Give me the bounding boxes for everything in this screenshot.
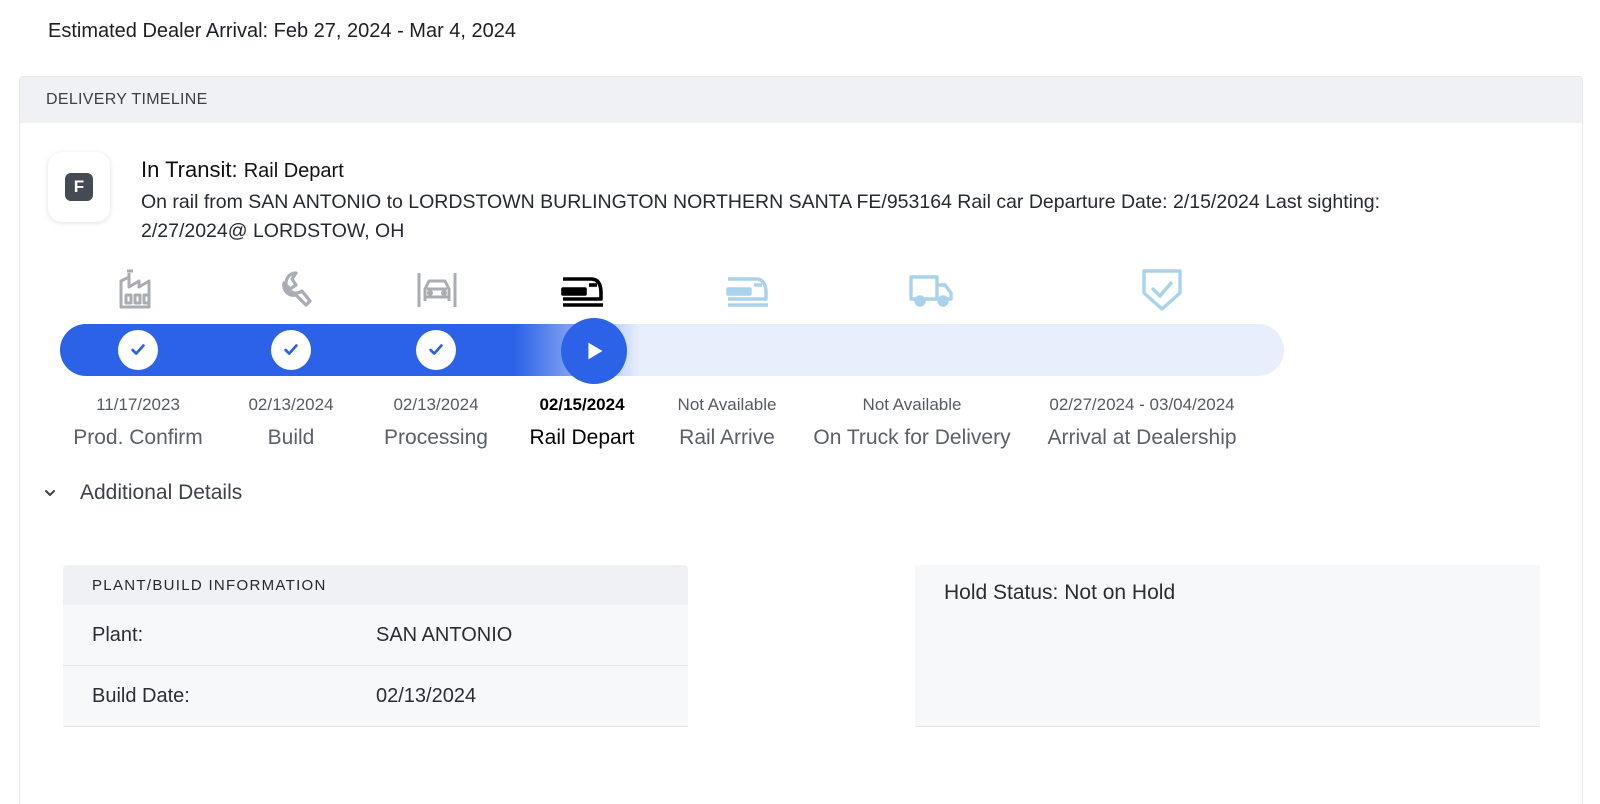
complete-check-icon: [118, 330, 158, 370]
stage-name: On Truck for Delivery: [813, 426, 1011, 449]
shield-check-icon: [1138, 265, 1186, 313]
stage-date: 11/17/2023: [96, 395, 180, 414]
stage-name: Arrival at Dealership: [1047, 426, 1237, 449]
row-key: Plant:: [92, 623, 144, 646]
car-processing-icon: [413, 265, 461, 313]
stage-date: 02/13/2024: [393, 395, 479, 414]
status-title-stage: Rail Depart: [243, 160, 344, 182]
current-stage-play-icon: [561, 318, 627, 384]
stage-name: Processing: [384, 426, 488, 449]
plant-build-info: PLANT/BUILD INFORMATION Plant: SAN ANTON…: [63, 565, 688, 727]
table-row: Plant: SAN ANTONIO: [63, 605, 688, 666]
estimated-dealer-arrival: Estimated Dealer Arrival: Feb 27, 2024 -…: [48, 20, 517, 42]
truck-icon: [907, 265, 955, 313]
stage-date: Not Available: [677, 395, 777, 414]
additional-details-label[interactable]: Additional Details: [80, 481, 242, 505]
chevron-down-icon[interactable]: [40, 483, 60, 503]
hold-status: Hold Status: Not on Hold: [915, 565, 1540, 727]
stage-date: 02/27/2024 - 03/04/2024: [1049, 395, 1235, 414]
row-key: Build Date:: [92, 684, 190, 707]
delivery-timeline-header: DELIVERY TIMELINE: [20, 77, 1582, 123]
brand-badge: F: [48, 152, 110, 222]
additional-details-toggle[interactable]: Additional Details: [40, 481, 242, 505]
status-title: In Transit: Rail Depart: [141, 157, 344, 183]
delivery-timeline-panel: DELIVERY TIMELINE F In Transit: Rail Dep…: [19, 76, 1583, 804]
stage-name: Build: [267, 426, 315, 449]
train-arrive-icon: [724, 265, 772, 313]
factory-icon: [115, 265, 163, 313]
train-icon: [559, 265, 607, 313]
stage-name: Rail Arrive: [679, 426, 775, 449]
plant-build-header: PLANT/BUILD INFORMATION: [63, 565, 688, 605]
stage-name: Prod. Confirm: [73, 426, 203, 449]
complete-check-icon: [271, 330, 311, 370]
stage-date: 02/13/2024: [248, 395, 334, 414]
status-title-label: In Transit:: [141, 157, 238, 182]
brand-letter: F: [65, 173, 93, 201]
complete-check-icon: [416, 330, 456, 370]
row-value: 02/13/2024: [376, 684, 477, 707]
row-value: SAN ANTONIO: [376, 623, 513, 646]
stage-date: 02/15/2024: [539, 395, 625, 414]
wrench-icon: [268, 265, 316, 313]
status-description: On rail from SAN ANTONIO to LORDSTOWN BU…: [141, 191, 1381, 242]
table-row: Build Date: 02/13/2024: [63, 666, 688, 727]
progress-track: [60, 324, 1284, 376]
stage-name: Rail Depart: [529, 426, 635, 449]
stage-date: Not Available: [862, 395, 962, 414]
